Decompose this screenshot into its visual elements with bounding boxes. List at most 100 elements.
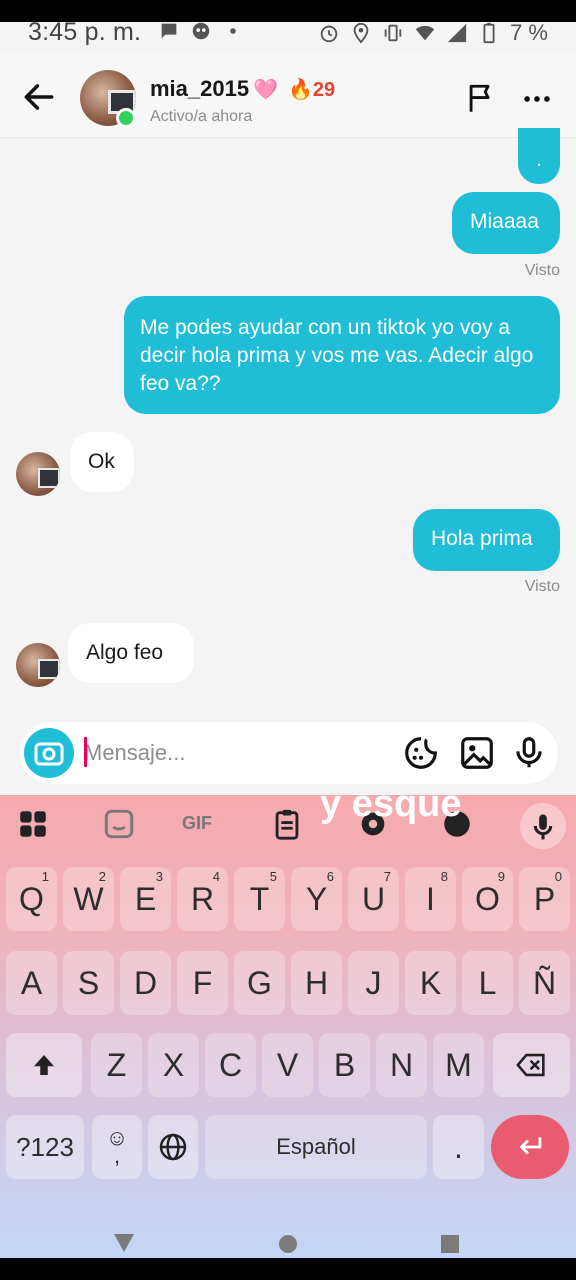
- clipboard-icon[interactable]: [270, 807, 304, 841]
- message-text: Ok: [88, 450, 115, 473]
- period-key[interactable]: .: [433, 1115, 484, 1179]
- app-notification-icon: [192, 22, 210, 40]
- nav-home-icon[interactable]: [278, 1234, 298, 1254]
- message-bubble-outgoing[interactable]: .: [518, 128, 560, 184]
- sticker-icon[interactable]: [402, 734, 440, 772]
- onscreen-keyboard: GIF y esque Q1 W2 E3 R4 T5 Y6 U7 I8 O9 P…: [0, 783, 576, 1258]
- key-o[interactable]: O9: [462, 867, 513, 931]
- globe-icon: [159, 1133, 187, 1161]
- seen-receipt: Visto: [524, 262, 560, 279]
- system-nav-bar: [0, 1228, 576, 1258]
- seen-receipt: Visto: [524, 578, 560, 595]
- sticker-keyboard-icon[interactable]: [102, 807, 136, 841]
- enter-icon: [520, 1137, 542, 1155]
- nav-back-icon[interactable]: [112, 1232, 136, 1254]
- message-text: Miaaaa: [470, 210, 539, 233]
- bottom-black-bar: [0, 1258, 576, 1280]
- key-r[interactable]: R4: [177, 867, 228, 931]
- key-z[interactable]: Z: [91, 1033, 142, 1097]
- alarm-icon: [320, 25, 338, 43]
- fire-icon: 🔥: [288, 78, 313, 101]
- key-l[interactable]: L: [462, 951, 513, 1015]
- key-p[interactable]: P0: [519, 867, 570, 931]
- gif-button[interactable]: GIF: [182, 813, 226, 847]
- backspace-key[interactable]: [493, 1033, 570, 1097]
- more-options-icon[interactable]: [520, 82, 554, 116]
- key-x[interactable]: X: [148, 1033, 199, 1097]
- chat-header: mia_2015 🩷 🔥29 Activo/a ahora: [0, 52, 576, 138]
- key-t[interactable]: T5: [234, 867, 285, 931]
- battery-percent: 7 %: [510, 20, 548, 45]
- language-key[interactable]: [148, 1115, 198, 1179]
- status-time: 3:45 p. m.: [28, 18, 142, 46]
- more-notifications-icon: [230, 28, 236, 34]
- key-y[interactable]: Y6: [291, 867, 342, 931]
- key-a[interactable]: A: [6, 951, 57, 1015]
- camera-icon: [34, 742, 64, 766]
- signal-icon: [447, 23, 467, 43]
- enter-key[interactable]: [491, 1115, 569, 1179]
- key-k[interactable]: K: [405, 951, 456, 1015]
- key-u[interactable]: U7: [348, 867, 399, 931]
- chat-notification-icon: [161, 23, 177, 39]
- shift-icon: [34, 1055, 54, 1075]
- contact-name[interactable]: mia_2015 🩷 🔥29: [150, 76, 335, 102]
- message-bubble-outgoing[interactable]: Hola prima: [413, 509, 560, 571]
- key-e[interactable]: E3: [120, 867, 171, 931]
- gallery-icon[interactable]: [458, 734, 496, 772]
- microphone-icon: [533, 814, 553, 840]
- emoji-comma-key[interactable]: ☺ ,: [92, 1115, 142, 1179]
- key-f[interactable]: F: [177, 951, 228, 1015]
- key-j[interactable]: J: [348, 951, 399, 1015]
- message-bubble-incoming[interactable]: Algo feo: [68, 623, 194, 683]
- shift-key[interactable]: [6, 1033, 82, 1097]
- username-text: mia_2015: [150, 76, 250, 101]
- key-v[interactable]: V: [262, 1033, 313, 1097]
- contact-avatar-small[interactable]: [16, 452, 60, 496]
- wifi-icon: [415, 25, 435, 41]
- comma-label: ,: [113, 1143, 121, 1168]
- location-icon: [353, 22, 369, 44]
- key-w[interactable]: W2: [63, 867, 114, 931]
- contact-avatar-small[interactable]: [16, 643, 60, 687]
- key-q[interactable]: Q1: [6, 867, 57, 931]
- symbols-key[interactable]: ?123: [6, 1115, 84, 1179]
- voice-typing-button[interactable]: [520, 803, 566, 849]
- key-c[interactable]: C: [205, 1033, 256, 1097]
- key-h[interactable]: H: [291, 951, 342, 1015]
- message-list: . Miaaaa Visto Me podes ayudar con un ti…: [0, 128, 576, 718]
- streak-count: 29: [312, 78, 336, 101]
- camera-button[interactable]: [24, 728, 74, 778]
- notification-icons: [158, 20, 244, 42]
- contact-status: Activo/a ahora: [150, 108, 253, 125]
- key-n-tilde[interactable]: Ñ: [519, 951, 570, 1015]
- key-g[interactable]: G: [234, 951, 285, 1015]
- video-caption-overlay: y esque: [320, 783, 462, 825]
- key-d[interactable]: D: [120, 951, 171, 1015]
- message-bubble-outgoing[interactable]: Me podes ayudar con un tiktok yo voy a d…: [124, 296, 560, 414]
- message-input[interactable]: [84, 736, 384, 770]
- status-bar: 3:45 p. m. 7 %: [0, 16, 576, 50]
- key-b[interactable]: B: [319, 1033, 370, 1097]
- message-text: .: [536, 148, 542, 171]
- key-m[interactable]: M: [433, 1033, 484, 1097]
- apps-grid-icon[interactable]: [16, 807, 50, 841]
- streak-badge: 🔥29: [288, 77, 335, 102]
- vibrate-icon: [384, 24, 402, 42]
- key-i[interactable]: I8: [405, 867, 456, 931]
- text-cursor: [84, 737, 87, 767]
- message-bubble-outgoing[interactable]: Miaaaa: [452, 192, 560, 254]
- online-indicator: [116, 108, 136, 128]
- nav-recents-icon[interactable]: [440, 1234, 460, 1254]
- flag-icon[interactable]: [464, 82, 498, 116]
- key-s[interactable]: S: [63, 951, 114, 1015]
- space-key[interactable]: Español: [205, 1115, 427, 1179]
- key-n[interactable]: N: [376, 1033, 427, 1097]
- microphone-icon[interactable]: [510, 734, 548, 772]
- back-arrow-icon[interactable]: [20, 78, 58, 116]
- app-screen: 3:45 p. m. 7 % mia_2015 🩷 🔥29 Activo/a a…: [0, 0, 576, 1280]
- message-bubble-incoming[interactable]: Ok: [70, 432, 134, 492]
- heart-emoji: 🩷: [253, 78, 278, 101]
- message-text: Algo feo: [86, 641, 164, 664]
- message-text: Me podes ayudar con un tiktok yo voy a d…: [140, 316, 534, 395]
